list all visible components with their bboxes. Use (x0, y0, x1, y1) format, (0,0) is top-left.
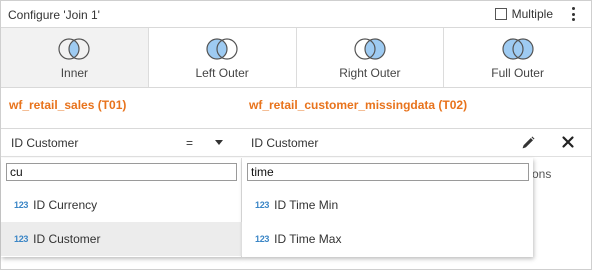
numeric-field-icon: 123 (14, 200, 29, 210)
operator-dropdown-icon[interactable] (215, 140, 223, 145)
left-field-option[interactable]: 123 ID Currency (1, 188, 242, 222)
joined-tables-row: wf_retail_sales (T01) wf_retail_customer… (1, 89, 591, 129)
dialog-title: Configure 'Join 1' (8, 8, 100, 22)
join-type-right-outer[interactable]: Right Outer (296, 28, 445, 87)
operator-value: = (186, 136, 194, 150)
numeric-field-icon: 123 (255, 234, 270, 244)
join-type-full-outer[interactable]: Full Outer (444, 28, 591, 87)
join-condition-row: ID Customer = ID Customer (1, 129, 591, 157)
right-field-option[interactable]: 123 ID Time Min (242, 188, 533, 222)
right-field-option[interactable]: 123 ID Time Max (242, 222, 533, 256)
left-field-select[interactable]: ID Customer (11, 136, 78, 150)
numeric-field-icon: 123 (14, 234, 29, 244)
right-field-select[interactable]: ID Customer (251, 136, 318, 150)
join-type-label: Inner (60, 66, 89, 80)
right-outer-join-venn-icon (354, 38, 386, 60)
right-table-name: wf_retail_customer_missingdata (T02) (249, 98, 468, 112)
join-type-inner[interactable]: Inner (1, 28, 149, 87)
join-type-selector: Inner Left Outer Right Outer Full Outer (1, 28, 591, 88)
more-options-icon[interactable] (566, 6, 580, 22)
dialog-header: Configure 'Join 1' Multiple (1, 1, 591, 28)
pencil-icon[interactable] (520, 135, 536, 151)
multiple-label: Multiple (511, 7, 553, 21)
left-outer-join-venn-icon (206, 38, 238, 60)
partially-hidden-label: ons (532, 167, 552, 181)
numeric-field-icon: 123 (255, 200, 270, 210)
left-table-name: wf_retail_sales (T01) (9, 98, 127, 112)
join-type-label: Full Outer (491, 66, 544, 80)
right-field-search-input[interactable] (247, 163, 529, 181)
left-field-option[interactable]: 123 ID Customer (1, 222, 242, 256)
option-label: ID Time Max (274, 232, 342, 246)
join-type-label: Right Outer (339, 66, 401, 80)
full-outer-join-venn-icon (502, 38, 534, 60)
join-type-label: Left Outer (195, 66, 249, 80)
option-label: ID Currency (33, 198, 98, 212)
close-icon[interactable] (560, 134, 576, 150)
inner-join-venn-icon (58, 38, 90, 60)
left-field-dropdown: 123 ID Currency 123 ID Customer (1, 158, 242, 257)
right-field-dropdown: 123 ID Time Min 123 ID Time Max (242, 158, 533, 257)
option-label: ID Customer (33, 232, 101, 246)
option-label: ID Time Min (274, 198, 339, 212)
multiple-checkbox[interactable] (494, 8, 507, 20)
join-type-left-outer[interactable]: Left Outer (148, 28, 297, 87)
multiple-toggle[interactable]: Multiple (494, 7, 553, 21)
join-config-dialog: Configure 'Join 1' Multiple Inner Left O… (0, 0, 592, 270)
left-field-search-input[interactable] (6, 163, 237, 181)
